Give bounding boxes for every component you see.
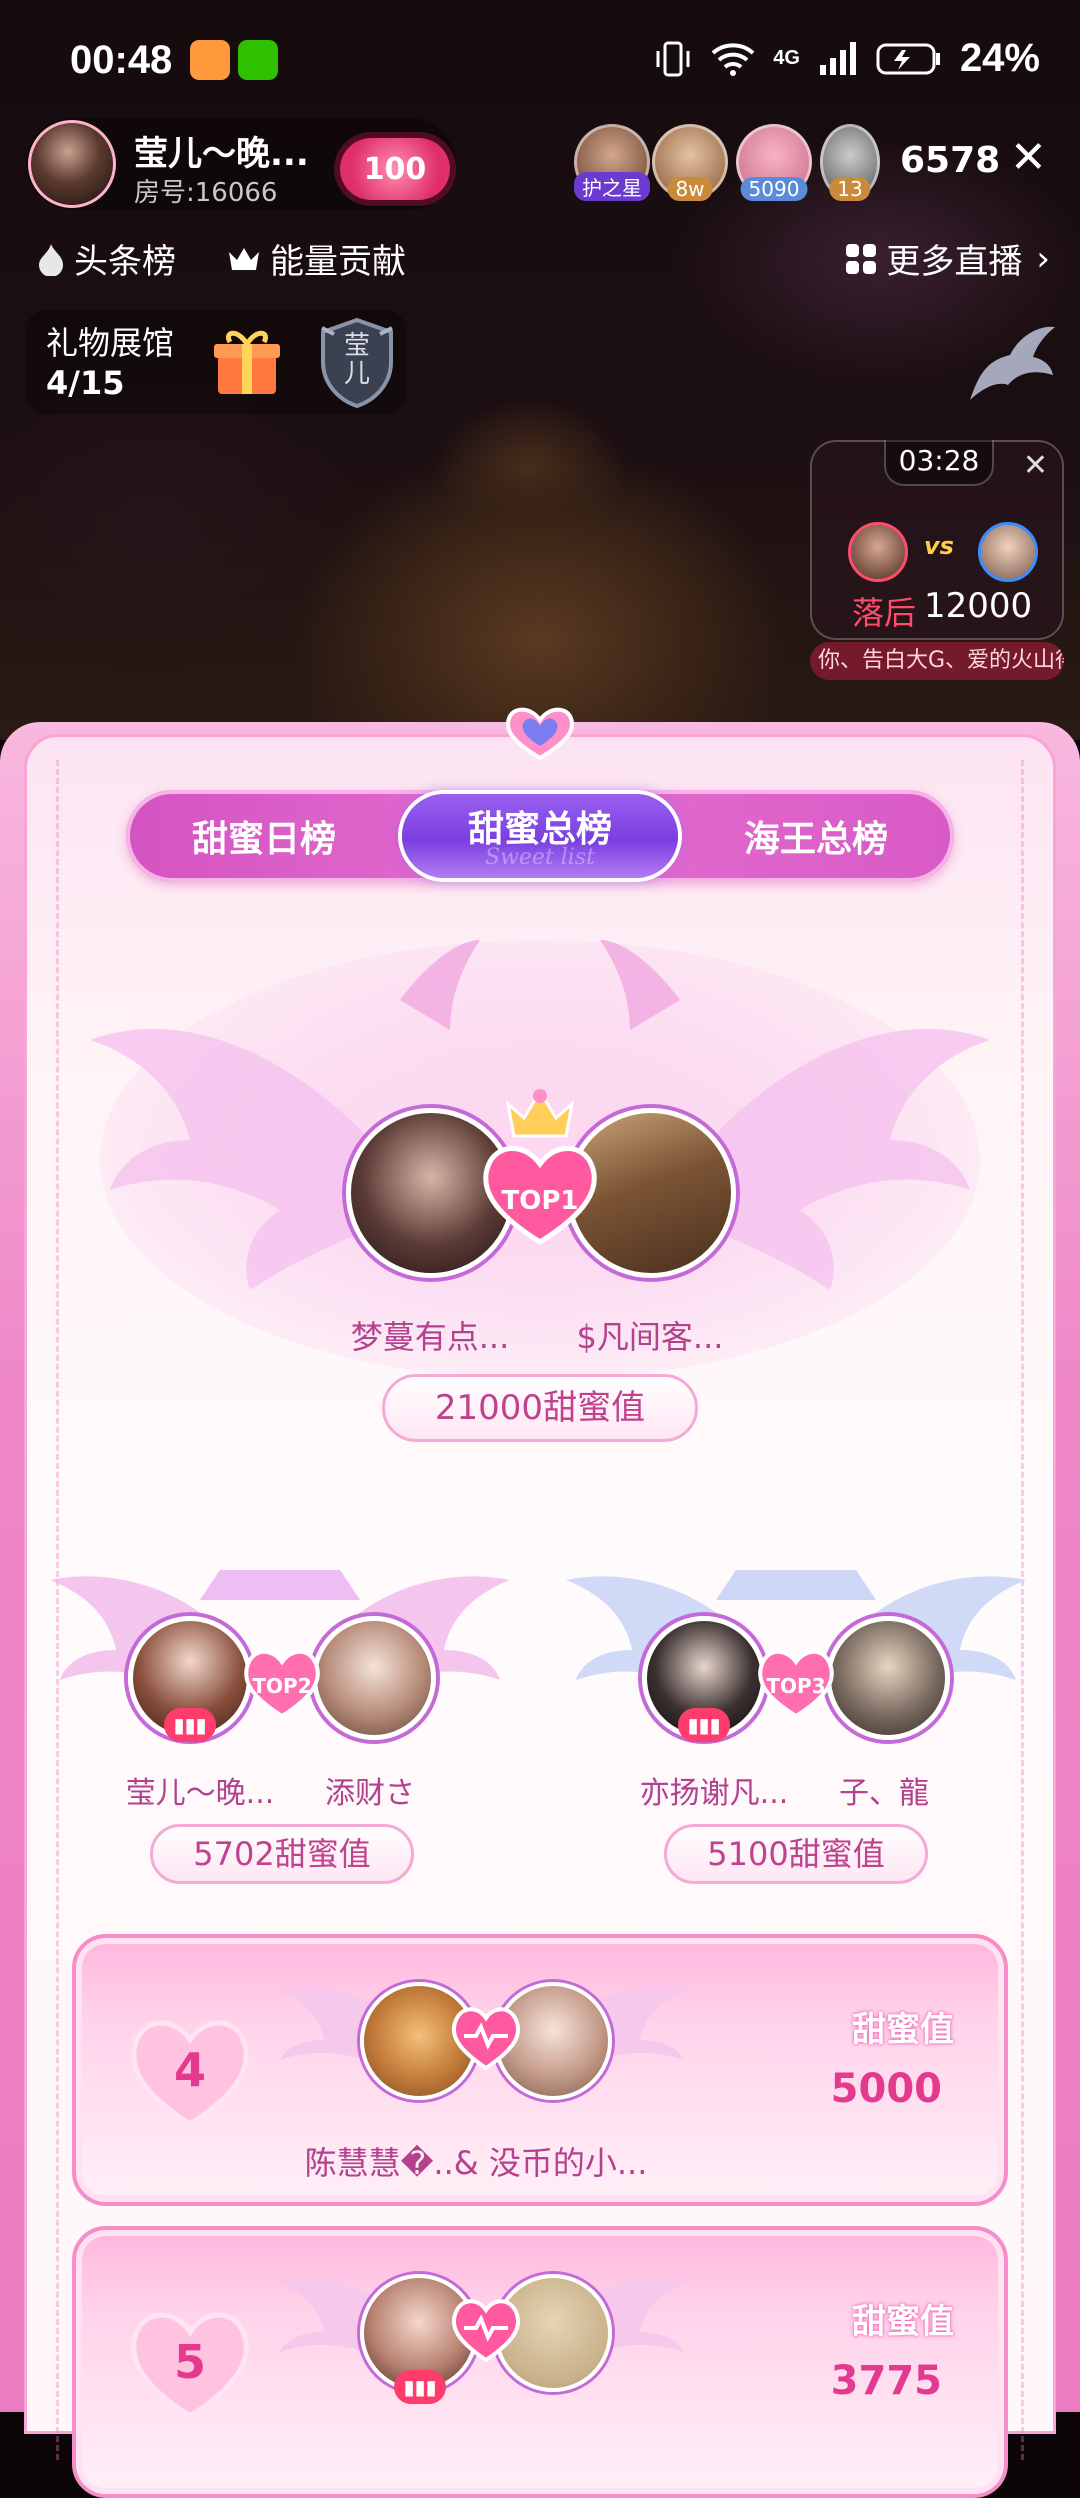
rank-score: 5000 bbox=[830, 2066, 942, 2112]
top3-right-name[interactable]: 子、龍 bbox=[804, 1768, 964, 1812]
pk-host-avatar[interactable] bbox=[848, 522, 908, 582]
pk-battle-panel[interactable]: 03:28 ✕ vs 落后 12000 bbox=[810, 440, 1064, 640]
energy-contribution-link[interactable]: 能量贡献 bbox=[226, 234, 406, 283]
gift-box-icon bbox=[214, 330, 280, 394]
headline-rank-label: 头条榜 bbox=[74, 242, 176, 282]
rank-row[interactable]: 5 ▮▮▮ 甜蜜值 3775 bbox=[72, 2226, 1008, 2498]
rank-live-indicator[interactable]: ▮▮▮ bbox=[394, 2370, 446, 2404]
viewer-badge: 5090 bbox=[740, 177, 808, 201]
viewer-avatar[interactable]: 8w bbox=[652, 124, 728, 201]
pk-close-icon[interactable]: ✕ bbox=[1023, 448, 1048, 483]
viewer-count[interactable]: 6578 bbox=[900, 140, 1000, 181]
flame-icon bbox=[39, 243, 63, 276]
pk-ticker: 你、告白大G、爱的火山得 bbox=[810, 642, 1064, 680]
gift-hall-title: 礼物展馆 bbox=[46, 324, 175, 362]
pk-score-gap: 12000 bbox=[924, 586, 1033, 626]
fans-club-badge[interactable]: 100 bbox=[340, 138, 450, 200]
top2-score: 5702甜蜜值 bbox=[150, 1824, 414, 1884]
rank-row[interactable]: 4 陈慧慧�..& 没币的小... 甜蜜值 5000 bbox=[72, 1934, 1008, 2206]
viewer-badge: 8w bbox=[667, 177, 713, 201]
top1-score: 21000甜蜜值 bbox=[382, 1374, 698, 1442]
wechat-icon bbox=[238, 40, 278, 80]
pk-timer: 03:28 bbox=[884, 440, 994, 486]
network-type: 4G bbox=[773, 47, 800, 69]
rank-names[interactable]: 陈慧慧�..& 没币的小... bbox=[76, 2138, 876, 2184]
rank-number: 4 bbox=[173, 2043, 206, 2097]
tab-sweet-daily[interactable]: 甜蜜日榜 bbox=[126, 790, 402, 882]
vibrate-icon bbox=[656, 41, 690, 76]
top2-right-name[interactable]: 添财さ bbox=[290, 1768, 450, 1812]
top2-live-indicator[interactable]: ▮▮▮ bbox=[164, 1708, 216, 1742]
chevron-right-icon: › bbox=[1036, 238, 1050, 279]
heart-gem-decoration bbox=[505, 707, 575, 761]
viewer-badge: 护之星 bbox=[574, 172, 650, 201]
wifi-icon bbox=[711, 42, 755, 76]
rank-number: 5 bbox=[173, 2335, 206, 2389]
grid-icon bbox=[846, 243, 877, 274]
more-live-label: 更多直播 bbox=[886, 242, 1023, 282]
crown-icon bbox=[505, 1089, 575, 1138]
rank-score: 3775 bbox=[830, 2358, 942, 2404]
top3-live-indicator[interactable]: ▮▮▮ bbox=[678, 1708, 730, 1742]
status-indicators: 4G 24% bbox=[653, 36, 1040, 81]
pk-vs-label: vs bbox=[924, 532, 954, 560]
top2-tag: TOP2 bbox=[252, 1674, 312, 1698]
host-name: 莹儿～晚... bbox=[134, 134, 309, 174]
tab-sweet-total-label: 甜蜜总榜 bbox=[467, 809, 612, 850]
more-live-button[interactable]: 更多直播 › bbox=[844, 234, 1050, 283]
top3-right-avatar[interactable] bbox=[826, 1616, 950, 1740]
notification-app-icon bbox=[190, 40, 230, 80]
top3-tag: TOP3 bbox=[766, 1674, 826, 1698]
battery-level: 24% bbox=[959, 36, 1040, 80]
top1-tag: TOP1 bbox=[501, 1186, 579, 1216]
gift-hall[interactable]: 礼物展馆 4/15 莹儿 bbox=[26, 310, 406, 414]
host-avatar[interactable] bbox=[28, 120, 116, 208]
viewer-badge: 13 bbox=[829, 177, 871, 201]
top2-right-avatar[interactable] bbox=[312, 1616, 436, 1740]
top1-left-name[interactable]: 梦蔓有点... bbox=[330, 1312, 530, 1358]
ranking-tabs: Sweet list 甜蜜日榜 甜蜜总榜 海王总榜 bbox=[126, 790, 954, 882]
nine-tail-fox-decoration[interactable] bbox=[960, 320, 1060, 410]
status-time: 00:48 bbox=[70, 38, 173, 82]
viewer-avatar[interactable]: 护之星 bbox=[574, 124, 650, 201]
top3-left-name[interactable]: 亦扬谢凡... bbox=[624, 1768, 804, 1812]
tab-sweet-daily-label: 甜蜜日榜 bbox=[191, 819, 336, 860]
rank-score-label: 甜蜜值 bbox=[852, 2302, 954, 2342]
tab-sweet-total[interactable]: 甜蜜总榜 bbox=[402, 780, 678, 872]
crown-icon bbox=[229, 247, 259, 270]
top2-left-name[interactable]: 莹儿～晚... bbox=[110, 1768, 290, 1812]
heartbeat-heart-icon bbox=[451, 2299, 521, 2362]
headline-rank-link[interactable]: 头条榜 bbox=[36, 234, 176, 283]
battery-icon bbox=[876, 43, 940, 74]
pk-opponent-avatar[interactable] bbox=[978, 522, 1038, 582]
tab-sea-king-total-label: 海王总榜 bbox=[743, 819, 888, 860]
top1-right-name[interactable]: $凡间客... bbox=[550, 1312, 750, 1358]
top3-score: 5100甜蜜值 bbox=[664, 1824, 928, 1884]
rank-score-label: 甜蜜值 bbox=[852, 2010, 954, 2050]
energy-contribution-label: 能量贡献 bbox=[270, 242, 406, 282]
fans-level: 100 bbox=[363, 151, 427, 187]
viewer-avatar[interactable]: 5090 bbox=[736, 124, 812, 201]
gift-hall-count: 4/15 bbox=[46, 364, 125, 402]
tab-sea-king-total[interactable]: 海王总榜 bbox=[678, 790, 954, 882]
pk-status: 落后 bbox=[852, 594, 917, 632]
signal-icon bbox=[819, 41, 856, 75]
status-bar: 00:48 4G 24% bbox=[0, 0, 1080, 120]
shield-badge-text: 莹儿 bbox=[343, 331, 370, 389]
close-icon[interactable]: ✕ bbox=[1010, 136, 1047, 180]
room-number: 房号:16066 bbox=[134, 178, 278, 208]
heartbeat-heart-icon bbox=[451, 2007, 521, 2070]
viewer-avatar[interactable]: 13 bbox=[820, 124, 880, 201]
